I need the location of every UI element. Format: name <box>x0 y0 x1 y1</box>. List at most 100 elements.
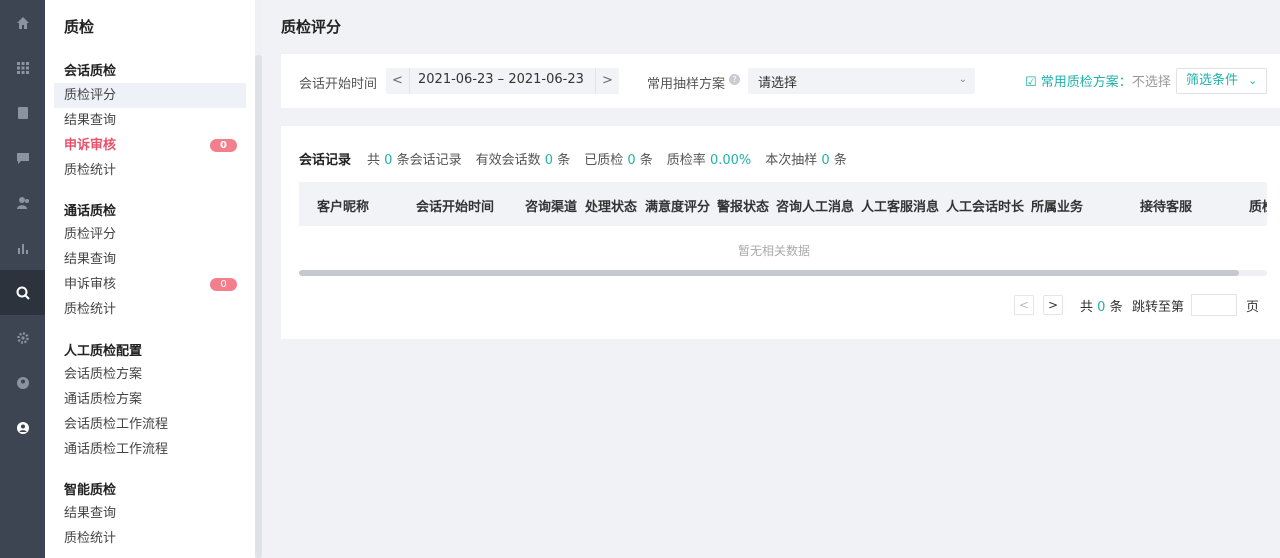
menu-item-call-appeal[interactable]: 申诉审核 0 <box>54 272 246 297</box>
column-header[interactable]: 质检 <box>1249 196 1267 215</box>
date-range-value[interactable]: 2021-06-23 – 2021-06-23 <box>418 72 584 87</box>
group-title-manual-config: 人工质检配置 <box>64 344 143 359</box>
rail-users[interactable] <box>0 180 45 225</box>
column-header[interactable]: 接待客服 <box>1140 196 1192 215</box>
stats-sample: 0 <box>821 153 830 168</box>
sampling-plan-select[interactable]: 请选择 ⌄ <box>748 68 975 94</box>
stats-title: 会话记录 <box>299 153 352 168</box>
menu-item-call-stats[interactable]: 质检统计 <box>54 297 246 322</box>
count-badge: 0 <box>210 278 237 291</box>
common-plan-value: 不选择 <box>1131 75 1171 90</box>
records-card: 会话记录共 0 条会话记录 有效会话数 0 条已质检 0 条质检率 0.00% 本次… <box>281 126 1280 339</box>
date-next-button[interactable]: > <box>595 68 619 94</box>
rail-stats[interactable] <box>0 225 45 270</box>
menu-item-call-workflow[interactable]: 通话质检工作流程 <box>54 437 246 462</box>
menu-item-label: 申诉审核 <box>64 138 117 153</box>
stats-checked-prefix: 已质检 <box>584 153 624 168</box>
sidebar: 质检 会话质检 质检评分 结果查询 申诉审核 0 质检统计 通话质检 质检评分 … <box>45 0 262 558</box>
next-page-button[interactable]: > <box>1043 295 1063 315</box>
stats-sample-suffix: 条 <box>833 153 847 168</box>
checkbox-icon: ☑ <box>1025 75 1037 90</box>
menu-item-smart-stats[interactable]: 质检统计 <box>54 526 246 551</box>
chevron-down-icon: ⌄ <box>958 74 967 85</box>
stats-sample-prefix: 本次抽样 <box>765 153 818 168</box>
select-placeholder: 请选择 <box>758 76 798 91</box>
pager-total-suffix: 条 <box>1109 300 1123 315</box>
stats-total-suffix: 条会话记录 <box>396 153 462 168</box>
common-plan-toggle[interactable]: ☑ 常用质检方案：不选择 <box>1025 71 1171 90</box>
stats-checked: 0 <box>627 153 636 168</box>
gear-icon <box>16 331 29 344</box>
help-icon[interactable]: ? <box>729 74 740 85</box>
menu-item-call-plan[interactable]: 通话质检方案 <box>54 387 246 412</box>
menu-item-call-results[interactable]: 结果查询 <box>54 247 246 272</box>
stats-rate: 0.00% <box>709 153 752 168</box>
menu-item-chat-stats[interactable]: 质检统计 <box>54 158 246 183</box>
count-badge: 0 <box>210 139 237 152</box>
column-header[interactable]: 人工客服消息 <box>861 196 939 215</box>
chat-icon <box>16 152 29 164</box>
column-header[interactable]: 警报状态 <box>717 196 769 215</box>
stats-summary: 会话记录共 0 条会话记录 有效会话数 0 条已质检 0 条质检率 0.00% 本次… <box>299 149 847 168</box>
stats-rate-prefix: 质检率 <box>666 153 706 168</box>
menu-item-label: 申诉审核 <box>64 277 117 292</box>
stats-valid-prefix: 有效会话数 <box>475 153 541 168</box>
pager-total-value: 0 <box>1097 300 1106 315</box>
column-header[interactable]: 会话开始时间 <box>416 196 494 215</box>
date-label: 会话开始时间 <box>299 77 378 92</box>
pager-total-prefix: 共 <box>1080 300 1094 315</box>
rail-documents[interactable] <box>0 90 45 135</box>
sidebar-scrollbar-thumb[interactable] <box>255 55 262 558</box>
rail-settings[interactable] <box>0 315 45 360</box>
column-header[interactable]: 处理状态 <box>585 196 637 215</box>
prev-page-button[interactable]: < <box>1014 295 1034 315</box>
filter-button-label: 筛选条件 <box>1186 73 1239 88</box>
page-title: 质检评分 <box>281 18 342 36</box>
column-header[interactable]: 客户昵称 <box>317 196 369 215</box>
table-scrollbar-thumb[interactable] <box>299 270 1239 276</box>
empty-state: 暂无相关数据 <box>737 244 810 258</box>
rail-chat[interactable] <box>0 135 45 180</box>
rail-account[interactable] <box>0 360 45 405</box>
bar-chart-icon <box>17 243 28 254</box>
stats-valid-suffix: 条 <box>557 153 571 168</box>
menu-item-smart-results[interactable]: 结果查询 <box>54 501 246 526</box>
menu-item-chat-plan[interactable]: 会话质检方案 <box>54 362 246 387</box>
date-prev-button[interactable]: < <box>386 68 410 94</box>
plan-label: 常用抽样方案 <box>647 77 726 92</box>
pager-total: 共 0 条 <box>1080 296 1123 315</box>
document-icon <box>17 106 28 119</box>
table-header: 客户昵称 会话开始时间 咨询渠道 处理状态 满意度评分 警报状态 咨询人工消息 … <box>299 182 1267 226</box>
column-header[interactable]: 人工会话时长 <box>946 196 1024 215</box>
rail-profile[interactable] <box>0 405 45 450</box>
filter-bar: 会话开始时间 < 2021-06-23 – 2021-06-23 > 常用抽样方… <box>281 54 1280 108</box>
group-title-chat-qc: 会话质检 <box>64 64 117 79</box>
rail-apps[interactable] <box>0 45 45 90</box>
jump-label: 跳转至第 <box>1132 300 1185 315</box>
search-check-icon <box>16 286 30 300</box>
sidebar-title: 质检 <box>64 18 95 36</box>
rail-quality[interactable] <box>0 270 45 315</box>
rail-home[interactable] <box>0 0 45 45</box>
user-circle-icon <box>16 376 29 389</box>
pagination: < > 共 0 条 跳转至第 页 <box>1014 294 1274 316</box>
stats-total: 0 <box>384 153 393 168</box>
column-header[interactable]: 咨询人工消息 <box>776 196 854 215</box>
user-badge-icon <box>16 421 29 434</box>
column-header[interactable]: 所属业务 <box>1031 196 1083 215</box>
menu-item-chat-appeal[interactable]: 申诉审核 0 <box>54 133 246 158</box>
chevron-down-icon: ⌄ <box>1248 74 1258 87</box>
group-title-smart-qc: 智能质检 <box>64 483 117 498</box>
column-header[interactable]: 满意度评分 <box>645 196 710 215</box>
filter-conditions-button[interactable]: 筛选条件 ⌄ <box>1176 68 1267 94</box>
date-range-picker[interactable]: < 2021-06-23 – 2021-06-23 > <box>386 68 619 94</box>
home-icon <box>16 16 29 29</box>
menu-item-call-score[interactable]: 质检评分 <box>54 222 246 247</box>
menu-item-chat-score[interactable]: 质检评分 <box>54 83 246 108</box>
menu-item-chat-workflow[interactable]: 会话质检工作流程 <box>54 412 246 437</box>
column-header[interactable]: 咨询渠道 <box>525 196 577 215</box>
menu-item-chat-results[interactable]: 结果查询 <box>54 108 246 133</box>
jump-page-input[interactable] <box>1191 294 1237 316</box>
common-plan-label: 常用质检方案： <box>1040 75 1132 90</box>
group-title-call-qc: 通话质检 <box>64 204 117 219</box>
